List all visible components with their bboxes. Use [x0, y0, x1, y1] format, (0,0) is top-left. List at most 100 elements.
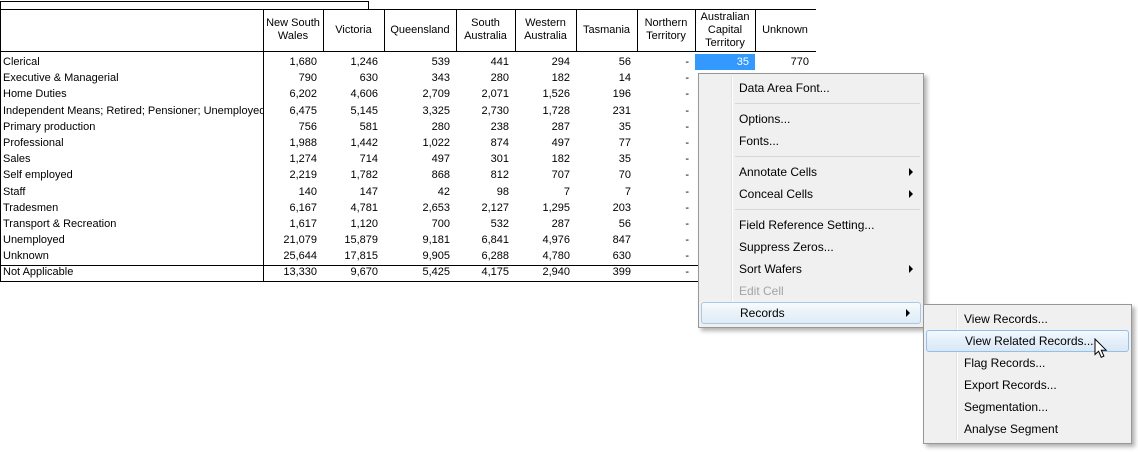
menu-item[interactable]: Annotate Cells — [699, 161, 923, 183]
data-cell[interactable]: 2,709 — [384, 86, 456, 102]
data-cell[interactable]: 756 — [263, 119, 323, 135]
column-header[interactable]: Unknown — [755, 9, 815, 51]
data-cell[interactable]: 1,022 — [384, 135, 456, 151]
data-cell[interactable]: 182 — [515, 151, 576, 167]
data-cell[interactable]: 2,940 — [515, 264, 576, 280]
data-cell[interactable]: 25,644 — [263, 248, 323, 264]
data-cell[interactable]: 630 — [323, 70, 384, 86]
data-cell[interactable]: 280 — [384, 119, 456, 135]
data-cell[interactable]: 3,325 — [384, 103, 456, 119]
data-cell[interactable]: 441 — [456, 54, 515, 70]
row-label[interactable]: Unknown — [0, 248, 263, 264]
data-cell[interactable]: 399 — [576, 264, 637, 280]
data-cell[interactable]: 15,879 — [323, 232, 384, 248]
data-cell[interactable]: 497 — [515, 135, 576, 151]
column-header[interactable]: Victoria — [323, 9, 384, 51]
row-label[interactable]: Transport & Recreation — [0, 216, 263, 232]
menu-item[interactable]: Options... — [699, 108, 923, 130]
data-cell[interactable]: 14 — [576, 70, 637, 86]
data-cell[interactable]: 812 — [456, 167, 515, 183]
data-cell[interactable]: 2,127 — [456, 200, 515, 216]
row-label[interactable]: Tradesmen — [0, 200, 263, 216]
data-cell[interactable]: 1,295 — [515, 200, 576, 216]
data-cell[interactable]: 4,781 — [323, 200, 384, 216]
data-cell[interactable]: 2,071 — [456, 86, 515, 102]
data-cell[interactable]: 140 — [263, 184, 323, 200]
data-cell[interactable]: - — [637, 200, 695, 216]
data-cell[interactable]: 630 — [576, 248, 637, 264]
data-cell[interactable]: 6,167 — [263, 200, 323, 216]
data-cell[interactable]: 1,617 — [263, 216, 323, 232]
data-cell[interactable]: 2,730 — [456, 103, 515, 119]
menu-item[interactable]: Export Records... — [924, 374, 1131, 396]
data-cell[interactable]: 1,246 — [323, 54, 384, 70]
data-cell[interactable]: 1,526 — [515, 86, 576, 102]
row-label[interactable]: Home Duties — [0, 86, 263, 102]
data-cell[interactable]: 6,841 — [456, 232, 515, 248]
data-cell[interactable]: 287 — [515, 119, 576, 135]
data-cell[interactable]: 6,288 — [456, 248, 515, 264]
data-cell[interactable]: 6,475 — [263, 103, 323, 119]
row-label[interactable]: Executive & Managerial — [0, 70, 263, 86]
data-cell[interactable]: 1,274 — [263, 151, 323, 167]
row-label[interactable]: Professional — [0, 135, 263, 151]
row-label[interactable]: Staff — [0, 184, 263, 200]
data-cell[interactable]: - — [637, 70, 695, 86]
data-cell[interactable]: 700 — [384, 216, 456, 232]
data-cell[interactable]: 1,680 — [263, 54, 323, 70]
data-cell[interactable]: 7 — [576, 184, 637, 200]
data-cell[interactable]: 35 — [576, 151, 637, 167]
data-cell[interactable]: 4,606 — [323, 86, 384, 102]
data-cell[interactable]: - — [637, 151, 695, 167]
data-cell[interactable]: - — [637, 264, 695, 280]
menu-item[interactable]: Data Area Font... — [699, 77, 923, 99]
menu-item[interactable]: Segmentation... — [924, 396, 1131, 418]
data-cell[interactable]: - — [637, 103, 695, 119]
data-cell[interactable]: 21,079 — [263, 232, 323, 248]
data-cell[interactable]: - — [637, 216, 695, 232]
data-cell[interactable]: 707 — [515, 167, 576, 183]
data-cell[interactable]: 98 — [456, 184, 515, 200]
data-cell[interactable]: 77 — [576, 135, 637, 151]
data-cell[interactable]: 287 — [515, 216, 576, 232]
data-cell[interactable]: 7 — [515, 184, 576, 200]
data-cell[interactable]: 301 — [456, 151, 515, 167]
column-header[interactable]: South Australia — [456, 9, 515, 51]
menu-item[interactable]: Fonts... — [699, 130, 923, 152]
data-cell[interactable]: 147 — [323, 184, 384, 200]
selected-cell[interactable]: 35 — [695, 54, 755, 70]
data-cell[interactable]: 532 — [456, 216, 515, 232]
data-cell[interactable]: 5,145 — [323, 103, 384, 119]
data-cell[interactable]: - — [637, 54, 695, 70]
data-cell[interactable]: 1,442 — [323, 135, 384, 151]
data-cell[interactable]: 714 — [323, 151, 384, 167]
menu-item[interactable]: Field Reference Setting... — [699, 214, 923, 236]
row-label[interactable]: Primary production — [0, 119, 263, 135]
data-cell[interactable]: 196 — [576, 86, 637, 102]
column-header[interactable]: Australian Capital Territory — [695, 9, 755, 51]
data-cell[interactable]: 497 — [384, 151, 456, 167]
column-header[interactable]: Western Australia — [515, 9, 576, 51]
menu-item[interactable]: Suppress Zeros... — [699, 236, 923, 258]
menu-item[interactable]: Sort Wafers — [699, 258, 923, 280]
data-cell[interactable]: 581 — [323, 119, 384, 135]
row-label[interactable]: Sales — [0, 151, 263, 167]
data-cell[interactable]: 56 — [576, 54, 637, 70]
data-cell[interactable]: 770 — [755, 54, 815, 70]
data-cell[interactable]: 2,653 — [384, 200, 456, 216]
row-label[interactable]: Self employed — [0, 167, 263, 183]
data-cell[interactable]: 4,175 — [456, 264, 515, 280]
data-cell[interactable]: 539 — [384, 54, 456, 70]
column-header[interactable]: Queensland — [384, 9, 456, 51]
data-cell[interactable]: 42 — [384, 184, 456, 200]
data-cell[interactable]: 9,670 — [323, 264, 384, 280]
data-cell[interactable]: 4,780 — [515, 248, 576, 264]
data-cell[interactable]: - — [637, 184, 695, 200]
row-label[interactable]: Not Applicable — [0, 264, 263, 280]
data-cell[interactable]: - — [637, 248, 695, 264]
data-cell[interactable]: 5,425 — [384, 264, 456, 280]
data-cell[interactable]: 2,219 — [263, 167, 323, 183]
data-cell[interactable]: 1,120 — [323, 216, 384, 232]
data-cell[interactable]: 231 — [576, 103, 637, 119]
data-cell[interactable]: 847 — [576, 232, 637, 248]
